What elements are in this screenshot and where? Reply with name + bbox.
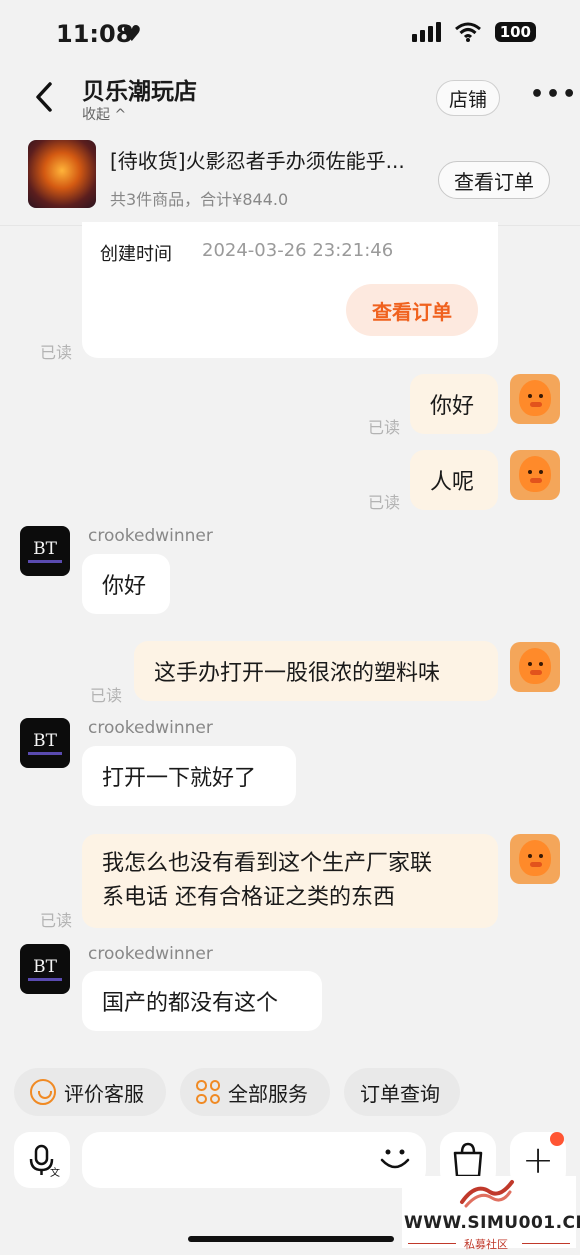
- svg-text:文: 文: [50, 1166, 60, 1179]
- read-status: 已读: [40, 911, 73, 930]
- my-avatar[interactable]: [510, 834, 560, 884]
- created-time-value: 2024-03-26 23:21:46: [202, 240, 394, 261]
- read-status: 已读: [368, 493, 401, 512]
- shop-button[interactable]: 店铺: [436, 80, 500, 116]
- more-icon[interactable]: •••: [530, 82, 578, 107]
- card-view-order-button[interactable]: 查看订单: [346, 284, 478, 336]
- other-avatar[interactable]: BT: [20, 526, 70, 576]
- notification-dot: [550, 1132, 564, 1146]
- quick-action-label: 全部服务: [228, 1081, 308, 1106]
- other-avatar[interactable]: BT: [20, 944, 70, 994]
- message-text: 你好: [430, 394, 475, 419]
- message-text: 人呢: [430, 470, 475, 495]
- watermark-subtitle: 私募社区: [464, 1238, 508, 1251]
- voice-input-button[interactable]: 文: [14, 1132, 70, 1188]
- other-avatar[interactable]: BT: [20, 718, 70, 768]
- my-avatar[interactable]: [510, 374, 560, 424]
- avatar-logo: BT: [33, 730, 57, 751]
- read-status: 已读: [368, 418, 401, 437]
- heart-icon: ♥: [122, 22, 142, 47]
- sender-name: crookedwinner: [88, 526, 213, 546]
- watermark-divider: [522, 1243, 570, 1244]
- created-time-label: 创建时间: [100, 244, 172, 265]
- message-bubble-mine[interactable]: 你好: [410, 374, 498, 434]
- watermark-url: WWW.SIMU001.CN: [404, 1213, 580, 1233]
- message-text-line-2: 系电话 还有合格证之类的东西: [102, 885, 395, 910]
- back-icon[interactable]: [30, 80, 62, 114]
- status-icons: 100: [411, 22, 536, 42]
- message-text: 打开一下就好了: [102, 766, 257, 791]
- message-bubble-mine[interactable]: 人呢: [410, 450, 498, 510]
- shop-title: 贝乐潮玩店: [82, 79, 197, 105]
- sender-name: crookedwinner: [88, 718, 213, 738]
- product-thumbnail[interactable]: [28, 140, 96, 208]
- message-text-line-1: 我怎么也没有看到这个生产厂家联: [102, 851, 433, 876]
- view-order-button[interactable]: 查看订单: [438, 161, 550, 199]
- watermark-logo-icon: [460, 1180, 514, 1208]
- message-text: 你好: [102, 574, 147, 599]
- status-time: 11:08: [56, 20, 133, 48]
- message-text: 这手办打开一股很浓的塑料味: [154, 661, 441, 686]
- my-avatar[interactable]: [510, 642, 560, 692]
- read-status: 已读: [90, 686, 123, 705]
- order-query-button[interactable]: 订单查询: [344, 1068, 460, 1116]
- message-bubble-other[interactable]: 你好: [82, 554, 170, 614]
- quick-action-label: 订单查询: [360, 1081, 440, 1106]
- message-bubble-other[interactable]: 打开一下就好了: [82, 746, 296, 806]
- message-text: 国产的都没有这个: [102, 991, 279, 1016]
- rate-service-button[interactable]: 评价客服: [14, 1068, 166, 1116]
- message-bubble-mine[interactable]: 我怎么也没有看到这个生产厂家联 系电话 还有合格证之类的东西: [82, 834, 498, 928]
- all-services-button[interactable]: 全部服务: [180, 1068, 330, 1116]
- smile-icon: [30, 1079, 56, 1105]
- quick-action-label: 评价客服: [64, 1081, 144, 1106]
- signal-icon: [411, 22, 441, 42]
- message-input[interactable]: [82, 1132, 426, 1188]
- home-indicator: [188, 1236, 394, 1242]
- grid-icon: [196, 1080, 220, 1104]
- message-bubble-mine[interactable]: 这手办打开一股很浓的塑料味: [134, 641, 498, 701]
- emoji-icon[interactable]: [376, 1140, 414, 1178]
- battery-indicator: 100: [494, 22, 536, 42]
- order-title: [待收货]火影忍者手办须佐能乎...: [110, 149, 405, 173]
- read-status: 已读: [40, 343, 73, 362]
- collapse-toggle[interactable]: 收起 ^: [82, 104, 126, 124]
- sender-name: crookedwinner: [88, 944, 213, 964]
- microphone-icon: 文: [29, 1144, 60, 1179]
- my-avatar[interactable]: [510, 450, 560, 500]
- avatar-logo: BT: [33, 538, 57, 559]
- message-bubble-other[interactable]: 国产的都没有这个: [82, 971, 322, 1031]
- watermark-divider: [408, 1243, 456, 1244]
- wifi-icon: [454, 22, 481, 42]
- avatar-logo: BT: [33, 956, 57, 977]
- order-summary: 共3件商品，合计¥844.0: [110, 190, 289, 209]
